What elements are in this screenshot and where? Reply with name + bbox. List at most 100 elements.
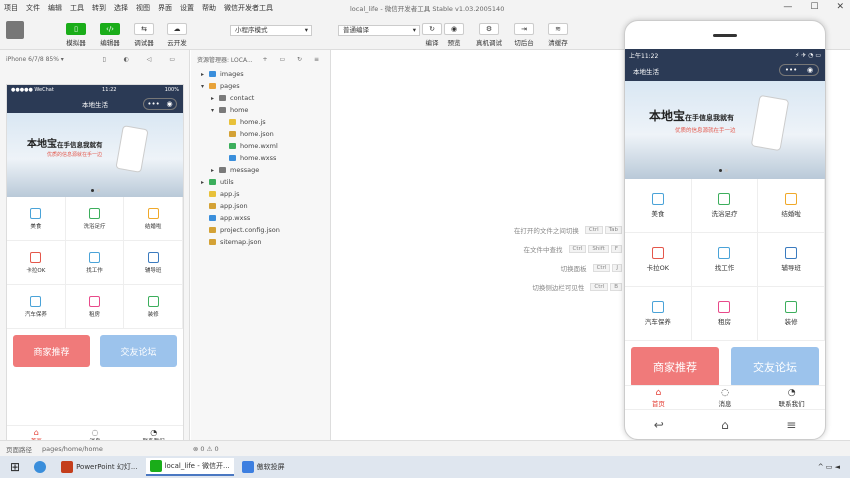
cloud-button[interactable]: ☁ 云开发 bbox=[167, 23, 187, 47]
page-path-label[interactable]: 页面路径 bbox=[6, 444, 32, 454]
grid-item[interactable]: 辅导班 bbox=[758, 233, 825, 287]
capsule-menu[interactable]: ••• ◉ bbox=[143, 98, 177, 110]
chevron-icon[interactable]: ▾ bbox=[201, 83, 209, 90]
windows-start-icon[interactable]: ⊞ bbox=[10, 460, 20, 474]
phone-speaker bbox=[625, 21, 825, 49]
chevron-icon[interactable]: ▸ bbox=[201, 71, 209, 78]
preview-button[interactable]: ◉ 预览 bbox=[444, 23, 464, 47]
phone-icon: ▯ bbox=[66, 23, 86, 35]
tab-item[interactable]: ◌消息 bbox=[692, 386, 759, 409]
tree-item[interactable]: home.js bbox=[191, 116, 330, 128]
grid-item[interactable]: 装修 bbox=[124, 285, 183, 329]
tree-item[interactable]: ▸ images bbox=[191, 68, 330, 80]
menu-item[interactable]: 设置 bbox=[176, 3, 198, 13]
taskbar-item[interactable]: 傲软投屏 bbox=[238, 458, 289, 476]
close-circle-icon[interactable]: ◉ bbox=[167, 100, 173, 108]
chevron-icon[interactable]: ▾ bbox=[211, 107, 219, 114]
preview-banner[interactable]: 本地宝在手信息我就有 优质的信息源就在手一边 bbox=[625, 81, 825, 179]
minimize-button[interactable]: — bbox=[783, 2, 792, 12]
grid-item[interactable]: 找工作 bbox=[691, 233, 759, 287]
grid-item[interactable]: 租房 bbox=[691, 287, 759, 341]
error-count[interactable]: ⊗ 0 ⚠ 0 bbox=[193, 445, 219, 453]
tray-icons[interactable]: ^ ▭ ◄ bbox=[818, 463, 840, 471]
grid-item[interactable]: 租房 bbox=[65, 285, 125, 329]
grid-item[interactable]: 洗浴足疗 bbox=[65, 197, 125, 241]
tree-item[interactable]: app.js bbox=[191, 188, 330, 200]
grid-item[interactable]: 卡拉OK bbox=[7, 241, 66, 285]
grid-item[interactable]: 辅导班 bbox=[124, 241, 183, 285]
chevron-icon[interactable]: ▸ bbox=[211, 167, 219, 174]
menu-item[interactable]: 选择 bbox=[110, 3, 132, 13]
menu-item[interactable]: 文件 bbox=[22, 3, 44, 13]
tab-item[interactable]: ◔联系我们 bbox=[758, 386, 825, 409]
tree-item[interactable]: ▸ utils bbox=[191, 176, 330, 188]
banner[interactable]: 本地宝在手信息我就有 优质的信息源就在手一边 bbox=[7, 113, 183, 197]
grid-item[interactable]: 找工作 bbox=[65, 241, 125, 285]
key: Ctrl bbox=[590, 283, 609, 291]
tree-item[interactable]: app.wxss bbox=[191, 212, 330, 224]
editor-button[interactable]: ‹/› 编辑器 bbox=[100, 23, 120, 47]
promo-merchant[interactable]: 商家推荐 bbox=[13, 335, 90, 367]
remote-debug-button[interactable]: ⚙ 真机调试 bbox=[476, 23, 502, 47]
grid-item[interactable]: 洗浴足疗 bbox=[691, 179, 759, 233]
menu-item[interactable]: 微信开发者工具 bbox=[220, 3, 277, 13]
taskbar-item[interactable]: PowerPoint 幻灯... bbox=[57, 458, 141, 476]
menu-item[interactable]: 界面 bbox=[154, 3, 176, 13]
menu-item[interactable]: 帮助 bbox=[198, 3, 220, 13]
tree-item[interactable]: sitemap.json bbox=[191, 236, 330, 248]
menu-item[interactable]: 项目 bbox=[0, 3, 22, 13]
simulator-button[interactable]: ▯ 模拟器 bbox=[66, 23, 86, 47]
grid-item[interactable]: 结婚啦 bbox=[758, 179, 825, 233]
close-button[interactable]: ✕ bbox=[836, 2, 844, 12]
menu-item[interactable]: 视图 bbox=[132, 3, 154, 13]
close-circle-icon[interactable]: ◉ bbox=[807, 66, 813, 74]
tree-item[interactable]: ▾ home bbox=[191, 104, 330, 116]
menu-item[interactable]: 编辑 bbox=[44, 3, 66, 13]
mode-select[interactable]: 小程序模式 bbox=[230, 25, 312, 36]
grid-item[interactable]: 美食 bbox=[625, 179, 692, 233]
tree-item[interactable]: project.config.json bbox=[191, 224, 330, 236]
tree-item[interactable]: ▸ message bbox=[191, 164, 330, 176]
tree-item[interactable]: home.wxml bbox=[191, 140, 330, 152]
compile-select[interactable]: 普通编译 bbox=[338, 25, 420, 36]
shortcut-hint: 切换面板 Ctrl J bbox=[561, 263, 622, 273]
tree-item[interactable]: app.json bbox=[191, 200, 330, 212]
grid-item[interactable]: 美食 bbox=[7, 197, 66, 241]
grid-item-label: 洗浴足疗 bbox=[711, 210, 738, 218]
debugger-button[interactable]: ⇆ 调试器 bbox=[134, 23, 154, 47]
device-preview: 上午11:22 ⚡ ✈ ◔ ▭ 本地生活 ••• ◉ 本地宝在手信息我就有 优质的… bbox=[624, 20, 826, 440]
promo-forum[interactable]: 交友论坛 bbox=[731, 347, 819, 387]
grid-item[interactable]: 装修 bbox=[758, 287, 825, 341]
promo-forum[interactable]: 交友论坛 bbox=[100, 335, 177, 367]
chevron-icon[interactable]: ▸ bbox=[201, 179, 209, 186]
app-icon bbox=[149, 460, 162, 472]
chevron-icon[interactable]: ▸ bbox=[211, 95, 219, 102]
tree-item[interactable]: home.wxss bbox=[191, 152, 330, 164]
device-select[interactable]: iPhone 6/7/8 85% ▾ bbox=[6, 56, 64, 63]
more-icon[interactable]: ••• bbox=[785, 66, 797, 74]
tree-item[interactable]: ▾ pages bbox=[191, 80, 330, 92]
tree-item[interactable]: home.json bbox=[191, 128, 330, 140]
grid-item[interactable]: 汽车保养 bbox=[625, 287, 692, 341]
clear-cache-button[interactable]: ≋ 清缓存 bbox=[548, 23, 568, 47]
maximize-button[interactable]: ☐ bbox=[810, 2, 818, 12]
explorer-actions[interactable]: + ▭ ↻ ≡ bbox=[263, 56, 324, 63]
grid-item[interactable]: 结婚啦 bbox=[124, 197, 183, 241]
menu-icon[interactable]: ≡ bbox=[786, 418, 796, 432]
preview-capsule[interactable]: ••• ◉ bbox=[779, 64, 819, 76]
compile-button[interactable]: ↻ 编译 bbox=[422, 23, 442, 47]
background-button[interactable]: ⇥ 切后台 bbox=[514, 23, 534, 47]
grid-item[interactable]: 卡拉OK bbox=[625, 233, 692, 287]
tab-item[interactable]: ⌂首页 bbox=[625, 386, 692, 409]
menu-item[interactable]: 转到 bbox=[88, 3, 110, 13]
avatar[interactable] bbox=[6, 21, 24, 39]
promo-merchant[interactable]: 商家推荐 bbox=[631, 347, 719, 387]
menu-item[interactable]: 工具 bbox=[66, 3, 88, 13]
tree-item[interactable]: ▸ contact bbox=[191, 92, 330, 104]
taskbar-item[interactable] bbox=[30, 458, 53, 476]
grid-item[interactable]: 汽车保养 bbox=[7, 285, 66, 329]
taskbar-item[interactable]: local_life - 微信开... bbox=[145, 458, 234, 476]
more-icon[interactable]: ••• bbox=[147, 100, 159, 108]
back-icon[interactable]: ↩ bbox=[654, 418, 664, 432]
home-icon[interactable]: ⌂ bbox=[721, 418, 729, 432]
